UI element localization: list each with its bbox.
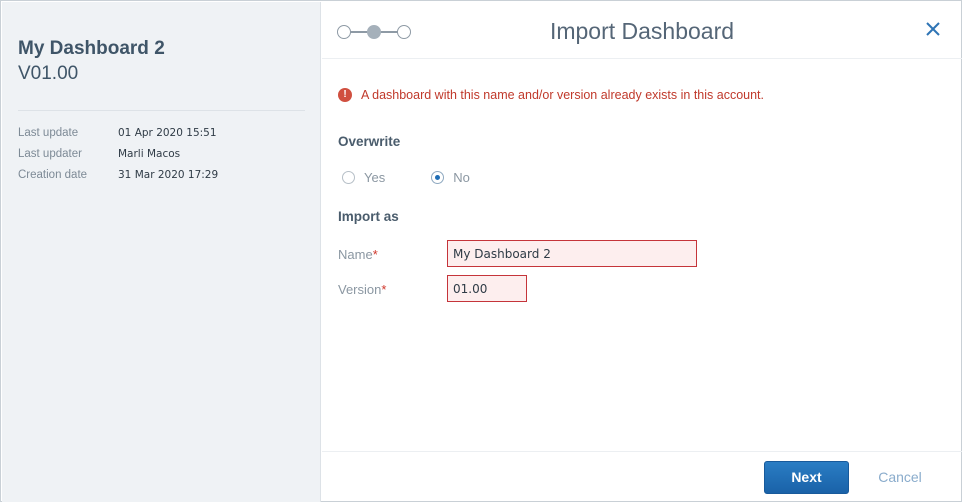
- meta-key: Last update: [18, 127, 79, 139]
- overwrite-no-label[interactable]: No: [453, 170, 470, 185]
- error-text: A dashboard with this name and/or versio…: [361, 88, 764, 102]
- required-mark: *: [372, 247, 378, 262]
- divider: [18, 110, 305, 111]
- required-mark: *: [381, 282, 387, 297]
- meta-row-last-update: Last update 01 Apr 2020 15:51: [18, 127, 218, 148]
- import-as-label: Import as: [338, 209, 399, 224]
- name-field-label: Name*: [338, 247, 378, 262]
- meta-row-last-updater: Last updater Marli Macos: [18, 148, 218, 169]
- close-button[interactable]: [922, 18, 944, 40]
- dashboard-meta: Last update 01 Apr 2020 15:51 Last updat…: [18, 127, 218, 190]
- meta-value: 31 Mar 2020 17:29: [118, 169, 219, 181]
- error-icon: !: [338, 88, 352, 102]
- meta-value: 01 Apr 2020 15:51: [118, 127, 217, 139]
- next-button[interactable]: Next: [764, 461, 849, 494]
- version-field-label: Version*: [338, 282, 386, 297]
- error-message: ! A dashboard with this name and/or vers…: [338, 88, 764, 102]
- version-input[interactable]: [447, 275, 527, 302]
- import-form-panel: Import Dashboard ! A dashboard with this…: [322, 2, 962, 502]
- version-label-text: Version: [338, 282, 382, 297]
- import-dashboard-dialog: My Dashboard 2 V01.00 Last update 01 Apr…: [0, 0, 962, 502]
- overwrite-yes-radio[interactable]: [342, 171, 355, 184]
- overwrite-label: Overwrite: [338, 134, 401, 149]
- meta-key: Creation date: [18, 169, 88, 181]
- overwrite-radio-group: Yes No: [342, 170, 516, 185]
- dialog-header: Import Dashboard: [322, 2, 962, 59]
- overwrite-yes-label[interactable]: Yes: [364, 170, 385, 185]
- cancel-button[interactable]: Cancel: [870, 461, 930, 494]
- meta-key: Last updater: [18, 148, 82, 160]
- name-label-text: Name: [338, 247, 373, 262]
- name-input[interactable]: [447, 240, 697, 267]
- dashboard-version: V01.00: [18, 63, 79, 84]
- dashboard-title: My Dashboard 2: [18, 38, 165, 59]
- close-icon: [926, 22, 940, 36]
- dialog-title: Import Dashboard: [549, 18, 735, 44]
- overwrite-no-radio[interactable]: [431, 171, 445, 184]
- meta-row-creation-date: Creation date 31 Mar 2020 17:29: [18, 169, 218, 190]
- dialog-footer: Next Cancel: [322, 451, 962, 502]
- meta-value: Marli Macos: [118, 148, 181, 160]
- dashboard-info-panel: My Dashboard 2 V01.00 Last update 01 Apr…: [2, 2, 321, 502]
